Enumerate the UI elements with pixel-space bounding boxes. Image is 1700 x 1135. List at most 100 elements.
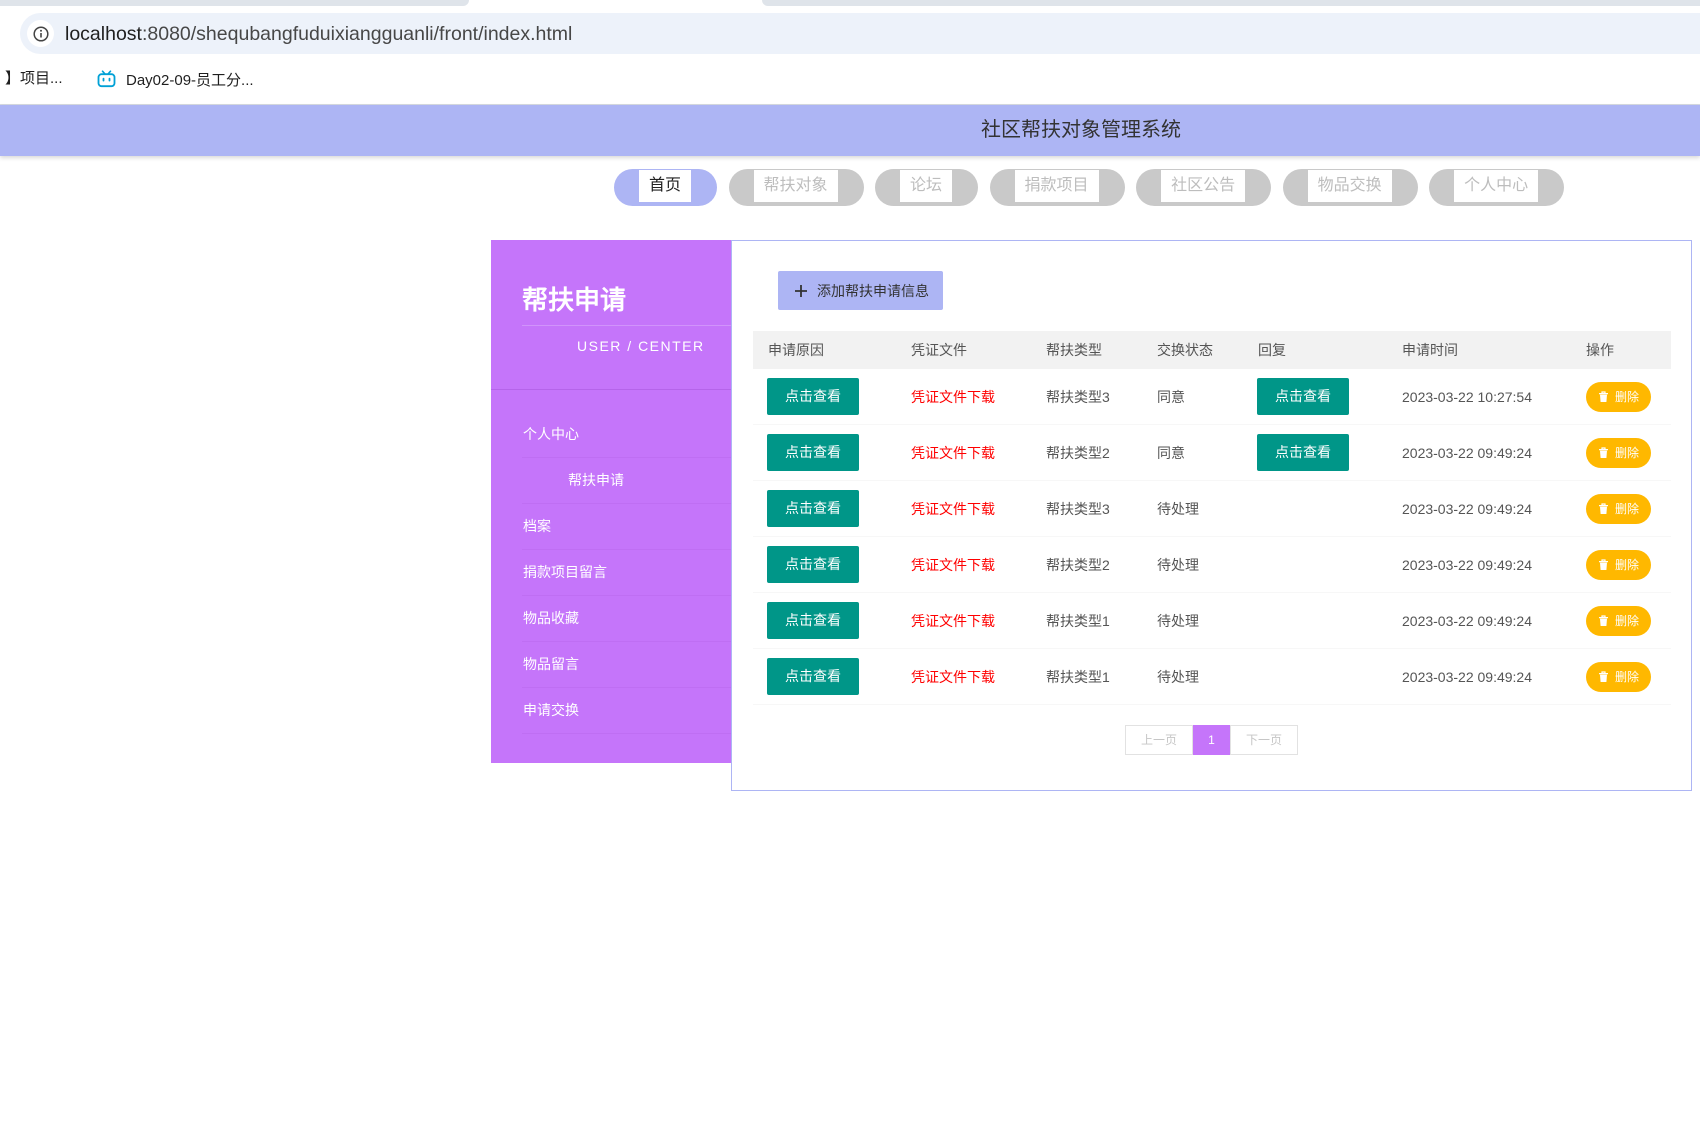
sidebar-item-donation-messages[interactable]: 捐款项目留言 xyxy=(522,550,731,596)
cell-type: 帮扶类型1 xyxy=(1046,668,1110,685)
site-info-button[interactable] xyxy=(27,20,54,47)
cell-time: 2023-03-22 09:49:24 xyxy=(1402,668,1532,685)
cell-time: 2023-03-22 10:27:54 xyxy=(1402,388,1532,405)
view-reason-button[interactable]: 点击查看 xyxy=(767,602,859,639)
cell-time: 2023-03-22 09:49:24 xyxy=(1402,500,1532,517)
sidebar-item-personal-center[interactable]: 个人中心 xyxy=(522,412,731,458)
sidebar-item-archive[interactable]: 档案 xyxy=(522,504,731,550)
browser-tab-strip-left xyxy=(0,0,469,6)
cell-reply: 点击查看 xyxy=(1257,434,1402,471)
column-header-reply: 回复 xyxy=(1258,342,1286,358)
cell-actions: 删除 xyxy=(1586,661,1671,692)
nav-tab-label: 帮扶对象 xyxy=(753,170,838,202)
column-header-reason: 申请原因 xyxy=(768,342,824,358)
table-body: 点击查看 凭证文件下载 帮扶类型3 同意 点击查看 2023-03-22 10:27:54… xyxy=(753,369,1671,705)
cell-file: 凭证文件下载 xyxy=(911,387,1046,407)
delete-button[interactable]: 删除 xyxy=(1586,381,1651,412)
site-title: 社区帮扶对象管理系统 xyxy=(981,119,1181,141)
bookmark-item[interactable]: 】项目... xyxy=(5,61,63,97)
column-header-file: 凭证文件 xyxy=(911,342,967,358)
delete-button[interactable]: 删除 xyxy=(1586,437,1651,468)
table-row: 点击查看 凭证文件下载 帮扶类型2 待处理 2023-03-22 09:49:24 删除 xyxy=(753,537,1671,593)
table-row: 点击查看 凭证文件下载 帮扶类型2 同意 点击查看 2023-03-22 09:49:24… xyxy=(753,425,1671,481)
view-reason-button[interactable]: 点击查看 xyxy=(767,378,859,415)
cell-reason: 点击查看 xyxy=(767,546,911,583)
url-text[interactable]: localhost:8080/shequbangfuduixiangguanli… xyxy=(65,22,572,46)
cell-file: 凭证文件下载 xyxy=(911,611,1046,631)
nav-tab-forum[interactable]: 论坛 xyxy=(875,169,979,206)
trash-icon xyxy=(1598,670,1609,683)
nav-tab-announcements[interactable]: 社区公告 xyxy=(1136,169,1272,206)
sidebar-item-help-application[interactable]: 帮扶申请 xyxy=(522,458,731,504)
bookmark-item[interactable]: Day02-09-员工分... xyxy=(97,61,254,97)
delete-label: 删除 xyxy=(1614,614,1639,628)
cell-type: 帮扶类型2 xyxy=(1046,444,1110,461)
cell-time: 2023-03-22 09:49:24 xyxy=(1402,556,1532,573)
column-header-actions: 操作 xyxy=(1586,342,1614,358)
sidebar-subtitle: USER / CENTER xyxy=(577,338,705,354)
browser-tab-strip-right xyxy=(762,0,1700,6)
cell-file: 凭证文件下载 xyxy=(911,443,1046,463)
view-reply-button[interactable]: 点击查看 xyxy=(1257,378,1349,415)
table-header: 申请原因 凭证文件 帮扶类型 交换状态 回复 申请时间 操作 xyxy=(753,331,1671,369)
nav-tab-home[interactable]: 首页 xyxy=(614,169,718,206)
cell-file: 凭证文件下载 xyxy=(911,667,1046,687)
view-reason-button[interactable]: 点击查看 xyxy=(767,658,859,695)
sidebar-item-exchange-application[interactable]: 申请交换 xyxy=(522,688,731,734)
nav-tab-label: 论坛 xyxy=(900,170,953,202)
nav-tab-help-targets[interactable]: 帮扶对象 xyxy=(728,169,864,206)
cell-actions: 删除 xyxy=(1586,493,1671,524)
view-reason-button[interactable]: 点击查看 xyxy=(767,546,859,583)
cell-status: 同意 xyxy=(1157,388,1185,405)
delete-button[interactable]: 删除 xyxy=(1586,661,1651,692)
download-file-link[interactable]: 凭证文件下载 xyxy=(911,555,995,575)
delete-button[interactable]: 删除 xyxy=(1586,605,1651,636)
download-file-link[interactable]: 凭证文件下载 xyxy=(911,387,995,407)
cell-type: 帮扶类型1 xyxy=(1046,612,1110,629)
bookmarks-bar: 】项目... Day02-09-员工分... xyxy=(0,61,1700,97)
nav-tab-label: 社区公告 xyxy=(1161,170,1246,202)
sidebar-title: 帮扶申请 xyxy=(522,285,627,315)
prev-page-button[interactable]: 上一页 xyxy=(1125,725,1193,755)
plus-icon xyxy=(795,284,807,297)
cell-status: 待处理 xyxy=(1157,668,1199,685)
cell-reason: 点击查看 xyxy=(767,378,911,415)
cell-file: 凭证文件下载 xyxy=(911,555,1046,575)
download-file-link[interactable]: 凭证文件下载 xyxy=(911,443,995,463)
download-file-link[interactable]: 凭证文件下载 xyxy=(911,499,995,519)
view-reason-button[interactable]: 点击查看 xyxy=(767,490,859,527)
url-host: localhost xyxy=(65,23,142,45)
nav-tab-item-exchange[interactable]: 物品交换 xyxy=(1282,169,1418,206)
cell-actions: 删除 xyxy=(1586,605,1671,636)
cell-time: 2023-03-22 09:49:24 xyxy=(1402,612,1532,629)
sidebar-divider xyxy=(491,389,731,390)
delete-label: 删除 xyxy=(1614,502,1639,516)
add-application-label: 添加帮扶申请信息 xyxy=(817,282,929,299)
delete-button[interactable]: 删除 xyxy=(1586,493,1651,524)
next-page-button[interactable]: 下一页 xyxy=(1230,725,1298,755)
nav-tab-personal-center[interactable]: 个人中心 xyxy=(1429,169,1565,206)
nav-tab-donation-projects[interactable]: 捐款项目 xyxy=(989,169,1125,206)
sidebar-item-item-favorites[interactable]: 物品收藏 xyxy=(522,596,731,642)
trash-icon xyxy=(1598,390,1609,403)
view-reason-button[interactable]: 点击查看 xyxy=(767,434,859,471)
sidebar-item-item-messages[interactable]: 物品留言 xyxy=(522,642,731,688)
cell-status: 待处理 xyxy=(1157,500,1199,517)
delete-label: 删除 xyxy=(1614,390,1639,404)
trash-icon xyxy=(1598,446,1609,459)
download-file-link[interactable]: 凭证文件下载 xyxy=(911,611,995,631)
cell-file: 凭证文件下载 xyxy=(911,499,1046,519)
cell-type: 帮扶类型2 xyxy=(1046,556,1110,573)
nav-tab-label: 捐款项目 xyxy=(1014,170,1099,202)
cell-time: 2023-03-22 09:49:24 xyxy=(1402,444,1532,461)
main-nav: 首页 帮扶对象 论坛 捐款项目 社区公告 物品交换 个人中心 xyxy=(614,169,1565,206)
download-file-link[interactable]: 凭证文件下载 xyxy=(911,667,995,687)
nav-tab-label: 个人中心 xyxy=(1454,170,1539,202)
cell-reason: 点击查看 xyxy=(767,658,911,695)
sidebar-menu: 个人中心 帮扶申请 档案 捐款项目留言 物品收藏 物品留言 申请交换 xyxy=(522,412,731,734)
add-application-button[interactable]: 添加帮扶申请信息 xyxy=(778,271,943,310)
current-page-button[interactable]: 1 xyxy=(1193,725,1230,755)
delete-button[interactable]: 删除 xyxy=(1586,549,1651,580)
view-reply-button[interactable]: 点击查看 xyxy=(1257,434,1349,471)
cell-actions: 删除 xyxy=(1586,549,1671,580)
